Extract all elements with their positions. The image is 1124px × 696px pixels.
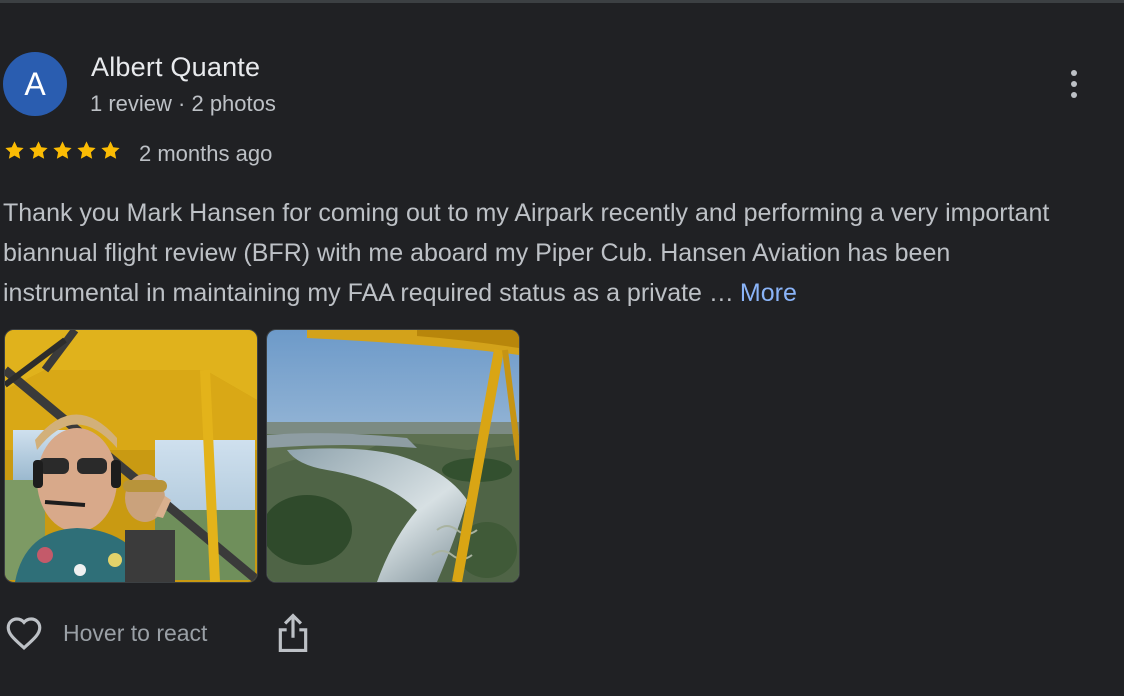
star-icon [5, 141, 24, 159]
review-photo-aerial[interactable] [266, 329, 520, 583]
react-row: Hover to react [3, 612, 207, 654]
star-icon [77, 141, 96, 159]
review-text: Thank you Mark Hansen for coming out to … [3, 199, 1050, 307]
star-icon [53, 141, 72, 159]
star-rating [3, 139, 122, 162]
review-time: 2 months ago [139, 141, 273, 166]
reviewer-name[interactable]: Albert Quante [91, 52, 260, 83]
avatar-initial: A [24, 65, 46, 102]
reviewer-meta: 1 review · 2 photos [90, 91, 276, 116]
more-vert-icon-dot [1071, 81, 1077, 87]
review-body: Thank you Mark Hansen for coming out to … [3, 193, 1093, 313]
more-options-button[interactable] [1058, 64, 1090, 104]
cockpit-selfie-photo [5, 330, 257, 582]
heart-outline-icon[interactable] [3, 612, 45, 654]
share-icon[interactable] [274, 612, 312, 654]
star-icon [29, 141, 48, 159]
more-vert-icon-dot [1071, 92, 1077, 98]
more-link[interactable]: More [740, 279, 797, 307]
aerial-river-photo [267, 330, 519, 582]
avatar[interactable]: A [3, 52, 67, 116]
star-icon [101, 141, 120, 159]
review-photo-cockpit[interactable] [4, 329, 258, 583]
more-vert-icon-dot [1071, 70, 1077, 76]
top-divider [0, 0, 1124, 3]
react-label[interactable]: Hover to react [63, 620, 207, 647]
